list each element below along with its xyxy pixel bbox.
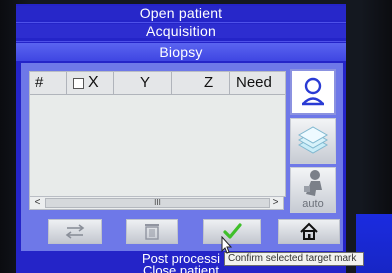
image-stack-icon <box>297 126 329 154</box>
table-header: # X Y Z Need <box>30 72 285 95</box>
menu-biopsy-header[interactable]: Biopsy <box>16 43 346 61</box>
column-header-y[interactable]: Y <box>114 72 172 94</box>
image-stack-button[interactable] <box>290 118 336 164</box>
column-header-needle[interactable]: Need <box>230 72 285 94</box>
column-header-x: X <box>88 74 99 91</box>
menu-open-patient[interactable]: Open patient <box>16 6 346 20</box>
home-icon <box>300 222 318 240</box>
mouse-cursor-icon <box>221 236 233 254</box>
screen: Open patient Acquisition Biopsy # X Y Z … <box>16 4 346 273</box>
horizontal-scrollbar[interactable]: < III > <box>29 196 284 210</box>
home-button[interactable] <box>278 219 340 244</box>
biopsy-panel: # X Y Z Need < III > auto <box>21 63 343 251</box>
trash-icon <box>145 224 159 240</box>
auto-button[interactable]: auto <box>290 167 336 213</box>
delete-button[interactable] <box>126 219 178 244</box>
patient-position-icon <box>302 77 324 106</box>
patient-position-button[interactable] <box>290 69 336 115</box>
select-all-checkbox[interactable] <box>73 77 84 89</box>
auto-figure-icon <box>304 170 322 196</box>
menu-divider <box>16 41 346 42</box>
scroll-left-icon[interactable]: < <box>31 197 44 209</box>
scroll-right-icon[interactable]: > <box>269 197 282 209</box>
scroll-thumb-grip: III <box>154 198 161 207</box>
menu-acquisition[interactable]: Acquisition <box>16 24 346 38</box>
target-table[interactable]: # X Y Z Need <box>29 71 286 197</box>
auto-label: auto <box>302 198 324 210</box>
scroll-thumb[interactable]: III <box>45 198 270 208</box>
column-header-number[interactable]: # <box>30 72 67 94</box>
column-header-select[interactable]: X <box>67 72 114 94</box>
swap-button[interactable] <box>48 219 102 244</box>
swap-arrows-icon <box>65 224 85 239</box>
column-header-z[interactable]: Z <box>172 72 230 94</box>
confirm-tooltip: Confirm selected target mark <box>224 252 364 266</box>
